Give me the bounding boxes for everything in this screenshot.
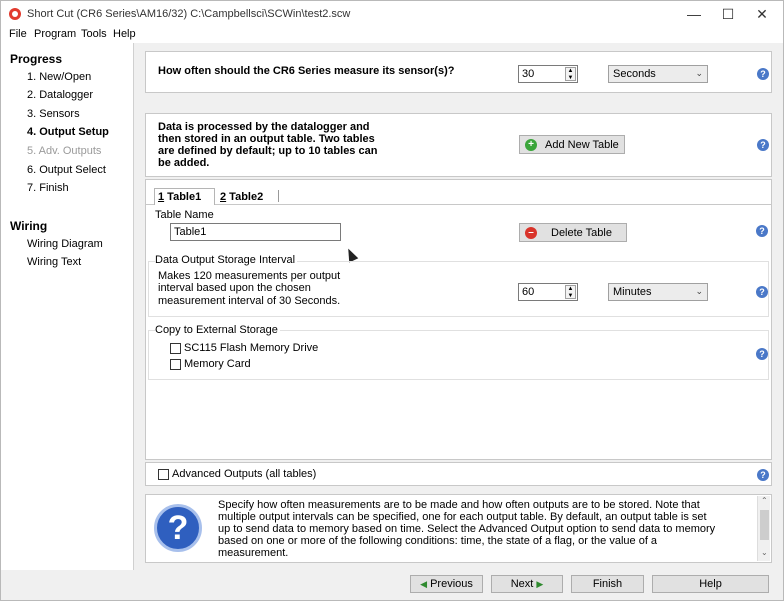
step-new-open[interactable]: 1. New/Open: [27, 71, 91, 83]
add-new-table-button[interactable]: + Add New Table: [519, 135, 625, 154]
next-button[interactable]: Next ▶: [491, 575, 563, 593]
tab-table2[interactable]: 2 Table2: [220, 188, 280, 205]
measure-question: How often should the CR6 Series measure …: [158, 65, 455, 77]
window-title: Short Cut (CR6 Series\AM16/32) C:\Campbe…: [27, 8, 351, 20]
step-output-select[interactable]: 6. Output Select: [27, 164, 106, 176]
add-icon: +: [525, 139, 537, 151]
menu-bar: File Program Tools Help: [1, 27, 783, 43]
help-icon[interactable]: ?: [756, 286, 768, 298]
menu-help[interactable]: Help: [113, 28, 136, 40]
help-text-line3: up to send data to memory based on time.…: [218, 523, 716, 535]
wiring-text-link[interactable]: Wiring Text: [27, 256, 81, 268]
advanced-outputs-panel: Advanced Outputs (all tables) ?: [145, 462, 772, 486]
add-new-table-label: Add New Table: [545, 139, 619, 151]
sc115-label[interactable]: SC115 Flash Memory Drive: [184, 342, 318, 354]
table-setup-panel: [145, 179, 772, 460]
help-icon[interactable]: ?: [757, 139, 769, 151]
delete-table-button[interactable]: – Delete Table: [519, 223, 627, 242]
finish-button[interactable]: Finish: [571, 575, 644, 593]
maximize-button[interactable]: ☐: [711, 1, 745, 27]
memory-card-checkbox[interactable]: [170, 359, 181, 370]
measure-interval-value: 30: [522, 68, 535, 80]
tab-table1[interactable]: 1 Table1: [154, 188, 215, 205]
tab-table1-label: Table1: [164, 191, 202, 203]
output-interval-stepper[interactable]: 60 ▲ ▼: [518, 283, 578, 301]
table-name-input[interactable]: Table1: [170, 223, 341, 241]
measure-unit-select[interactable]: Seconds ⌄: [608, 65, 708, 83]
help-text-panel: ? Specify how often measurements are to …: [145, 494, 772, 563]
step-sensors[interactable]: 3. Sensors: [27, 108, 80, 120]
advanced-outputs-checkbox[interactable]: [158, 469, 169, 480]
spin-arrows-icon[interactable]: ▲ ▼: [565, 285, 576, 299]
app-window: Short Cut (CR6 Series\AM16/32) C:\Campbe…: [0, 0, 784, 601]
advanced-outputs-label[interactable]: Advanced Outputs (all tables): [172, 468, 316, 480]
scroll-thumb[interactable]: [760, 510, 769, 540]
interval-label: Data Output Storage Interval: [155, 254, 298, 266]
measure-interval-stepper[interactable]: 30 ▲ ▼: [518, 65, 578, 83]
help-icon[interactable]: ?: [757, 68, 769, 80]
step-output-setup[interactable]: 4. Output Setup: [27, 126, 109, 138]
scroll-up-icon[interactable]: ⌃: [761, 496, 768, 505]
delete-table-label: Delete Table: [551, 227, 612, 239]
wiring-diagram-link[interactable]: Wiring Diagram: [27, 238, 103, 250]
tab-table2-label: Table2: [226, 191, 264, 203]
external-storage-section: [148, 330, 769, 380]
title-bar: Short Cut (CR6 Series\AM16/32) C:\Campbe…: [1, 1, 783, 27]
progress-heading: Progress: [10, 52, 63, 66]
interval-desc-line1: Makes 120 measurements per output: [158, 270, 341, 282]
help-icon[interactable]: ?: [756, 225, 768, 237]
previous-label: Previous: [430, 578, 473, 590]
measure-interval-panel: How often should the CR6 Series measure …: [145, 51, 772, 93]
wiring-heading: Wiring: [10, 219, 48, 233]
tables-info-line2: then stored in an output table. Two tabl…: [158, 133, 375, 145]
interval-desc-line3: measurement interval of 30 Seconds.: [158, 295, 341, 307]
close-button[interactable]: ✕: [745, 1, 779, 27]
help-text-line2: multiple output intervals can be specifi…: [218, 511, 707, 523]
output-unit-value: Minutes: [613, 286, 652, 298]
scroll-down-icon[interactable]: ⌄: [761, 548, 768, 557]
large-help-icon: ?: [154, 504, 202, 552]
tables-info-line1: Data is processed by the datalogger and: [158, 121, 370, 133]
interval-desc-line2: interval based upon the chosen: [158, 282, 311, 294]
help-text-scrollbar[interactable]: ⌃ ⌄: [757, 496, 770, 561]
output-unit-select[interactable]: Minutes ⌄: [608, 283, 708, 301]
step-finish[interactable]: 7. Finish: [27, 182, 69, 194]
help-icon[interactable]: ?: [757, 469, 769, 481]
help-text-line1: Specify how often measurements are to be…: [218, 499, 700, 511]
progress-sidebar: Progress 1. New/Open 2. Datalogger 3. Se…: [1, 43, 134, 570]
previous-arrow-icon: ◀: [420, 579, 428, 589]
help-text-line5: measurement.: [218, 547, 289, 559]
step-adv-outputs: 5. Adv. Outputs: [27, 145, 102, 157]
measure-unit-value: Seconds: [613, 68, 656, 80]
menu-tools[interactable]: Tools: [81, 28, 107, 40]
help-text-line4: based on one or more of the following co…: [218, 535, 658, 547]
table-name-label: Table Name: [155, 209, 214, 221]
menu-program[interactable]: Program: [34, 28, 76, 40]
spin-arrows-icon[interactable]: ▲ ▼: [565, 67, 576, 81]
help-icon[interactable]: ?: [756, 348, 768, 360]
tab-separator: [278, 190, 279, 202]
output-interval-value: 60: [522, 286, 535, 298]
sc115-checkbox[interactable]: [170, 343, 181, 354]
chevron-down-icon: ⌄: [695, 286, 703, 296]
memory-card-label[interactable]: Memory Card: [184, 358, 251, 370]
next-label: Next: [510, 578, 534, 590]
tables-info-line3: are defined by default; up to 10 tables …: [158, 145, 378, 157]
step-datalogger[interactable]: 2. Datalogger: [27, 89, 93, 101]
minimize-button[interactable]: —: [677, 1, 711, 27]
previous-button[interactable]: ◀ Previous: [410, 575, 483, 593]
next-arrow-icon: ▶: [536, 579, 544, 589]
delete-icon: –: [525, 227, 537, 239]
help-button[interactable]: Help: [652, 575, 769, 593]
menu-file[interactable]: File: [9, 28, 27, 40]
tables-info-panel: Data is processed by the datalogger and …: [145, 113, 772, 177]
app-logo-icon: [9, 8, 21, 20]
chevron-down-icon: ⌄: [695, 68, 703, 78]
tables-info-line4: be added.: [158, 157, 210, 169]
external-storage-label: Copy to External Storage: [155, 324, 280, 336]
